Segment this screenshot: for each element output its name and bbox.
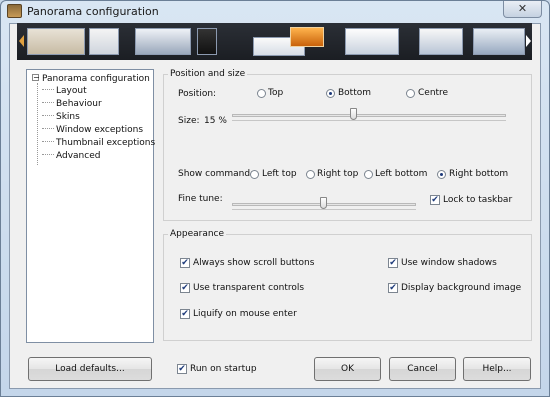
show-right-top-radio[interactable] [306, 170, 315, 179]
tree-item-skins[interactable]: Skins [42, 112, 80, 122]
preview-thumbnail [27, 28, 85, 55]
show-left-bottom-label[interactable]: Left bottom [375, 169, 427, 179]
tree-root-label: Panorama configuration [42, 74, 150, 84]
load-defaults-button[interactable]: Load defaults... [28, 357, 152, 381]
preview-banner [17, 23, 532, 60]
show-left-top-radio[interactable] [250, 170, 259, 179]
position-top-radio[interactable] [257, 89, 266, 98]
show-right-top-label[interactable]: Right top [317, 169, 358, 179]
tree-item-advanced[interactable]: Advanced [42, 151, 100, 161]
lock-taskbar-checkbox[interactable]: ✔ [430, 195, 440, 205]
preview-thumbnail-active [290, 27, 324, 47]
title-bar[interactable]: Panorama configuration ✕ [1, 1, 549, 23]
scroll-right-icon[interactable] [526, 35, 531, 47]
close-icon: ✕ [517, 2, 528, 15]
fine-tune-slider[interactable] [232, 197, 416, 210]
position-bottom-label[interactable]: Bottom [338, 88, 371, 98]
position-label: Position: [178, 89, 217, 99]
close-button[interactable]: ✕ [503, 1, 542, 18]
window-title: Panorama configuration [27, 5, 159, 18]
background-image-checkbox[interactable]: ✔ [388, 283, 398, 293]
run-on-startup-label[interactable]: Run on startup [190, 364, 257, 374]
app-icon [7, 4, 22, 18]
size-slider[interactable] [232, 108, 506, 121]
size-value: 15 % [204, 116, 227, 126]
fine-tune-label: Fine tune: [178, 194, 223, 204]
lock-taskbar-label[interactable]: Lock to taskbar [443, 195, 512, 205]
tree-item-behaviour[interactable]: Behaviour [42, 99, 102, 109]
preview-thumbnail [197, 28, 217, 55]
position-centre-label[interactable]: Centre [418, 88, 448, 98]
run-on-startup-checkbox[interactable]: ✔ [177, 364, 187, 374]
preview-thumbnail [135, 28, 191, 55]
transparent-controls-label[interactable]: Use transparent controls [193, 283, 304, 293]
cancel-button[interactable]: Cancel [389, 357, 456, 381]
tree-root[interactable]: − Panorama configuration [32, 74, 150, 84]
appearance-title: Appearance [168, 229, 227, 239]
preview-thumbnail [419, 28, 463, 55]
show-right-bottom-radio[interactable] [437, 170, 446, 179]
show-left-top-label[interactable]: Left top [262, 169, 297, 179]
preview-thumbnail [345, 28, 399, 55]
tree-connector [37, 83, 38, 165]
liquify-checkbox[interactable]: ✔ [180, 309, 190, 319]
position-top-label[interactable]: Top [268, 88, 283, 98]
settings-tree: − Panorama configuration Layout Behaviour… [26, 69, 155, 343]
help-button[interactable]: Help... [463, 357, 531, 381]
tree-item-window-exceptions[interactable]: Window exceptions [42, 125, 143, 135]
window-shadows-checkbox[interactable]: ✔ [388, 258, 398, 268]
size-slider-thumb[interactable] [350, 108, 357, 120]
liquify-label[interactable]: Liquify on mouse enter [193, 309, 297, 319]
position-size-title: Position and size [168, 69, 248, 79]
preview-thumbnail [473, 28, 525, 55]
config-window: Panorama configuration ✕ − Panorama confi… [0, 0, 550, 397]
show-command-label: Show command: [178, 169, 254, 179]
fine-tune-slider-thumb[interactable] [320, 197, 327, 209]
show-left-bottom-radio[interactable] [364, 170, 373, 179]
size-label: Size: [178, 116, 200, 126]
position-centre-radio[interactable] [406, 89, 415, 98]
window-shadows-label[interactable]: Use window shadows [401, 258, 497, 268]
collapse-icon[interactable]: − [32, 74, 40, 82]
show-right-bottom-label[interactable]: Right bottom [449, 169, 508, 179]
scroll-buttons-checkbox[interactable]: ✔ [180, 258, 190, 268]
ok-button[interactable]: OK [314, 357, 381, 381]
position-bottom-radio[interactable] [326, 89, 335, 98]
scroll-buttons-label[interactable]: Always show scroll buttons [193, 258, 314, 268]
tree-item-layout[interactable]: Layout [42, 86, 87, 96]
transparent-controls-checkbox[interactable]: ✔ [180, 283, 190, 293]
tree-item-thumbnail-exceptions[interactable]: Thumbnail exceptions [42, 138, 155, 148]
background-image-label[interactable]: Display background image [401, 283, 521, 293]
scroll-left-icon[interactable] [19, 35, 24, 47]
preview-thumbnail [89, 28, 119, 55]
